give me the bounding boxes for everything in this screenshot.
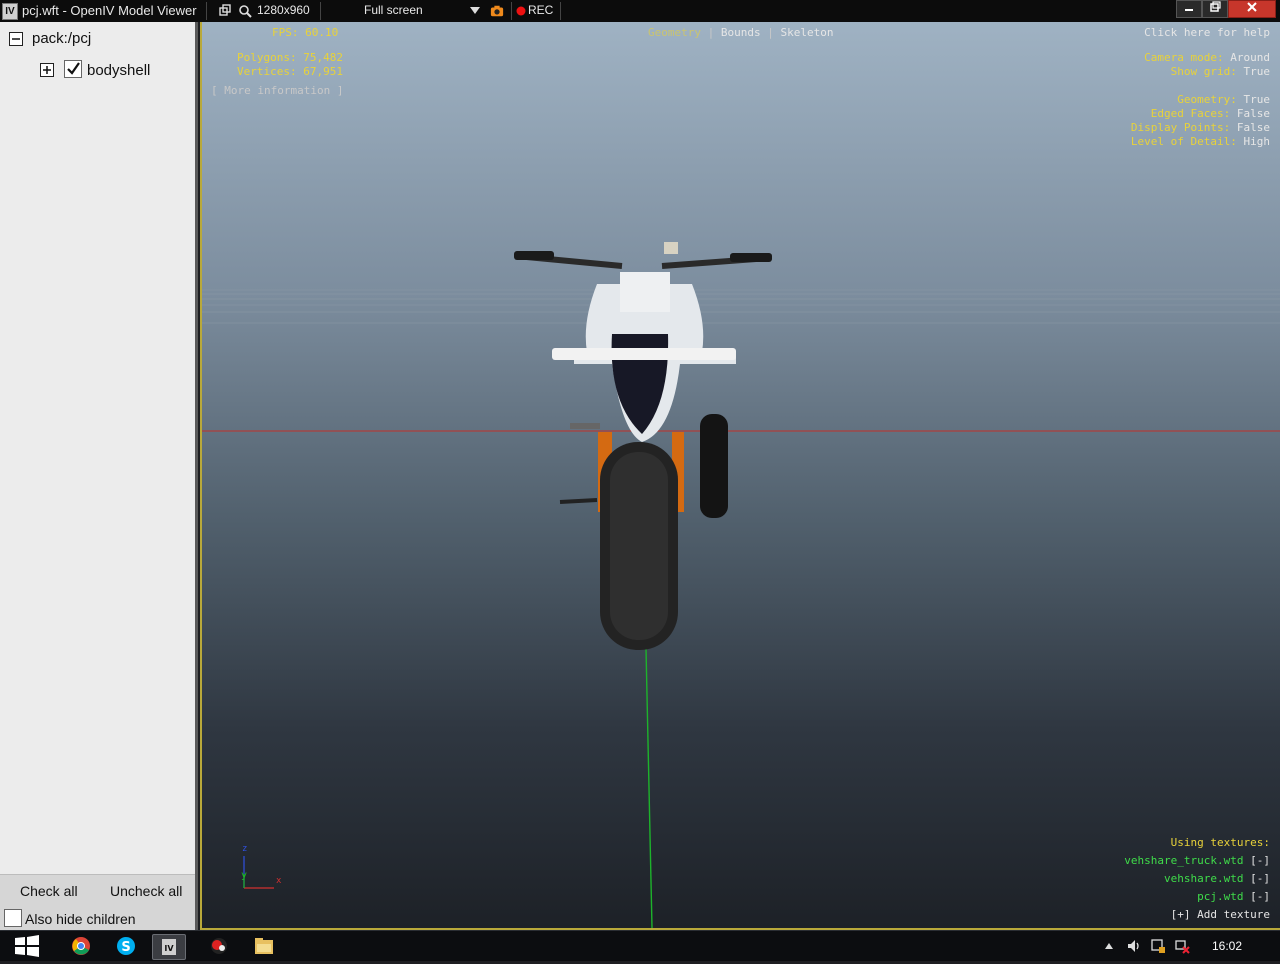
edged-faces-setting[interactable]: Edged Faces: False: [1151, 107, 1270, 120]
camera-mode-setting[interactable]: Camera mode: Around: [1144, 51, 1270, 64]
openiv-task-button[interactable]: IV: [152, 934, 186, 960]
texture-item: vehshare.wtd [-]: [1164, 872, 1270, 885]
taskbar-clock[interactable]: 16:02: [1212, 939, 1242, 953]
polygons-readout: Polygons: 75,482: [237, 51, 343, 64]
texture-item: pcj.wtd [-]: [1197, 890, 1270, 903]
help-link[interactable]: Click here for help: [1144, 26, 1270, 39]
add-texture-button[interactable]: [+] Add texture: [1171, 908, 1270, 921]
scene-render: [202, 242, 1280, 928]
motorcycle-model: [514, 242, 772, 650]
record-button[interactable]: REC: [528, 3, 553, 17]
tab-skeleton[interactable]: Skeleton: [780, 26, 833, 39]
file-explorer-icon[interactable]: [248, 934, 280, 958]
title-bar: IV pcj.wft - OpenIV Model Viewer 1280x96…: [0, 0, 1280, 22]
collapse-root-button[interactable]: [9, 32, 23, 46]
network-icon[interactable]: [1174, 938, 1190, 954]
axis-gizmo: [243, 856, 274, 889]
remove-texture-button[interactable]: [-]: [1250, 854, 1270, 867]
restore-icon: [1210, 1, 1221, 12]
tree-root-label[interactable]: pack:/pcj: [32, 30, 91, 47]
texture-item: vehshare_truck.wtd [-]: [1124, 854, 1270, 867]
svg-text:S: S: [121, 940, 130, 955]
close-icon: [1247, 2, 1257, 12]
remove-texture-button[interactable]: [-]: [1250, 872, 1270, 885]
toolbar-separator: [320, 2, 321, 20]
close-button[interactable]: [1228, 0, 1276, 18]
chevron-up-icon[interactable]: [1104, 942, 1114, 950]
resolution-selector[interactable]: 1280x960: [257, 3, 310, 17]
openiv-app-icon: IV: [2, 3, 18, 20]
toolbar-separator: [511, 2, 512, 20]
also-hide-children-label: Also hide children: [25, 911, 136, 927]
record-dot-icon[interactable]: [516, 6, 526, 16]
restore-layout-icon[interactable]: [218, 4, 232, 18]
fps-readout: FPS: 60.10: [272, 26, 339, 39]
more-information-link[interactable]: [ More information ]: [211, 84, 343, 97]
action-center-icon[interactable]: [1150, 938, 1166, 954]
svg-text:IV: IV: [164, 944, 174, 953]
also-hide-children-checkbox[interactable]: [4, 909, 22, 927]
tree-item-bodyshell[interactable]: bodyshell: [87, 62, 150, 79]
windows-start-icon[interactable]: [14, 935, 40, 957]
expand-bodyshell-button[interactable]: [40, 63, 54, 77]
maximize-button[interactable]: [1202, 0, 1228, 18]
check-all-button[interactable]: Check all: [20, 883, 78, 899]
axis-z-label: z: [242, 844, 248, 854]
toolbar-separator: [206, 2, 207, 20]
bodyshell-checkbox[interactable]: [64, 60, 82, 78]
tab-geometry[interactable]: Geometry: [648, 26, 701, 39]
minimize-icon: [1185, 9, 1193, 11]
axis-x-label: x: [276, 876, 282, 886]
chevron-down-icon[interactable]: [469, 6, 481, 16]
minus-icon: [12, 38, 20, 40]
openiv-icon: IV: [162, 939, 176, 955]
show-grid-setting[interactable]: Show grid: True: [1171, 65, 1270, 78]
render-mode-tabs: Geometry | Bounds | Skeleton: [648, 26, 834, 39]
skype-icon[interactable]: S: [110, 934, 142, 958]
geometry-setting[interactable]: Geometry: True: [1177, 93, 1270, 106]
checkmark-icon: [67, 62, 80, 75]
using-textures-heading: Using textures:: [1170, 836, 1270, 849]
3d-viewport[interactable]: FPS: 60.10 Polygons: 75,482 Vertices: 67…: [200, 22, 1280, 930]
ground-grid: [202, 289, 1280, 324]
minimize-button[interactable]: [1176, 0, 1202, 18]
model-tree-panel: pack:/pcj bodyshell Check all Uncheck al…: [0, 22, 198, 931]
tab-bounds[interactable]: Bounds: [721, 26, 761, 39]
level-of-detail-setting[interactable]: Level of Detail: High: [1131, 135, 1270, 148]
zoom-icon[interactable]: [238, 4, 252, 18]
remove-texture-button[interactable]: [-]: [1250, 890, 1270, 903]
chrome-icon[interactable]: [65, 934, 97, 958]
volume-icon[interactable]: [1126, 938, 1142, 954]
fullscreen-button[interactable]: Full screen: [364, 3, 423, 17]
window-title: pcj.wft - OpenIV Model Viewer: [22, 3, 197, 18]
record-app-icon[interactable]: [203, 934, 235, 958]
tree-footer: Check all Uncheck all Also hide children: [0, 874, 195, 931]
camera-icon[interactable]: [490, 4, 504, 18]
plus-icon: [43, 66, 51, 74]
uncheck-all-button[interactable]: Uncheck all: [110, 883, 182, 899]
axis-y-label: y: [241, 870, 248, 881]
display-points-setting[interactable]: Display Points: False: [1131, 121, 1270, 134]
taskbar: S IV 16:02: [0, 930, 1280, 961]
vertices-readout: Vertices: 67,951: [237, 65, 343, 78]
toolbar-separator: [560, 2, 561, 20]
